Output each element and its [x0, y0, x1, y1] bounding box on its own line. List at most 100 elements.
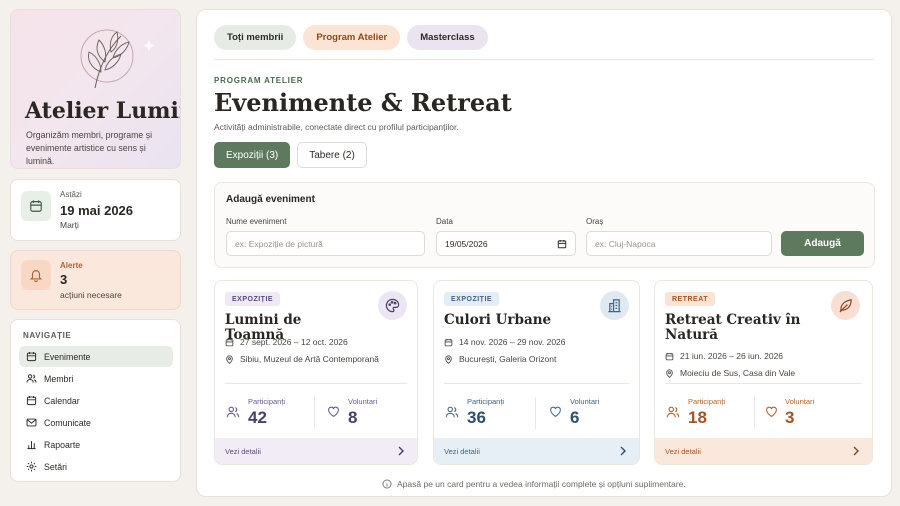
divider [444, 383, 629, 384]
footer-hint: Apasă pe un card pentru a vedea informaț… [382, 479, 686, 489]
participants-count: 42 [248, 408, 267, 427]
leaf-icon [831, 291, 860, 320]
event-badge: EXPOZIȚIE [225, 292, 281, 306]
sidebar-item-evenimente[interactable]: Evenimente [19, 346, 173, 367]
volunteers-count: 6 [570, 408, 580, 427]
sidebar-item-comunicate[interactable]: Comunicate [19, 412, 173, 433]
event-badge: RETREAT [665, 292, 716, 306]
today-weekday: Marți [60, 220, 79, 230]
divider [665, 383, 862, 384]
sidebar-item-setari[interactable]: Setări [19, 456, 173, 477]
city-label: Oraș [586, 217, 604, 226]
mail-icon [26, 418, 37, 427]
volunteers-label: Voluntari [570, 397, 600, 406]
city-input[interactable]: ex: Cluj-Napoca [586, 231, 772, 256]
gear-icon [26, 461, 37, 472]
info-icon [382, 479, 392, 489]
sidebar-item-label: Setări [44, 461, 67, 472]
alerts-count: 3 [60, 272, 68, 287]
building-icon [600, 291, 629, 320]
event-dates: 14 nov. 2026 – 29 nov. 2026 [444, 337, 566, 347]
event-location: Moieciu de Sus, Casa din Vale [665, 368, 795, 378]
sidebar-item-label: Evenimente [44, 351, 91, 362]
users-icon [26, 374, 37, 383]
sidebar-item-label: Comunicate [44, 417, 91, 428]
event-card[interactable]: EXPOZIȚIE Lumini de Toamnă 27 sept. 2026… [214, 280, 418, 465]
alerts-card[interactable]: Alerte 3 acțiuni necesare [10, 250, 181, 310]
heart-icon [328, 406, 339, 417]
event-dates: 21 iun. 2026 – 26 iun. 2026 [665, 351, 783, 361]
details-link[interactable]: Vezi detalii [655, 438, 872, 464]
divider [214, 59, 874, 60]
event-name-placeholder: ex: Expoziție de pictură [235, 238, 323, 249]
calendar-icon[interactable] [557, 239, 567, 249]
tab-masterclass[interactable]: Masterclass [407, 25, 488, 50]
divider [535, 397, 536, 429]
event-card[interactable]: RETREAT Retreat Creativ în Natură 21 iun… [654, 280, 873, 465]
details-link[interactable]: Vezi detalii [434, 438, 639, 464]
calendar-icon [444, 338, 453, 346]
date-label: Data [436, 217, 453, 226]
event-title: Retreat Creativ în Natură [665, 312, 801, 343]
users-icon [666, 406, 680, 418]
sidebar-item-membri[interactable]: Membri [19, 368, 173, 389]
bar-chart-icon [27, 441, 36, 450]
segment-expozitii[interactable]: Expoziții (3) [214, 142, 291, 168]
event-dates-text: 14 nov. 2026 – 29 nov. 2026 [459, 337, 566, 347]
chevron-right-icon [853, 446, 859, 456]
pin-icon [666, 368, 673, 378]
event-location-text: Sibiu, Muzeul de Artă Contemporană [240, 354, 379, 364]
tab-toti-membrii[interactable]: Toți membrii [214, 25, 297, 50]
palette-icon [378, 291, 407, 320]
event-badge: EXPOZIȚIE [444, 292, 500, 306]
event-name-input[interactable]: ex: Expoziție de pictură [226, 231, 425, 256]
calendar-icon [665, 352, 674, 360]
today-label: Astăzi [60, 190, 82, 199]
city-placeholder: ex: Cluj-Napoca [595, 238, 656, 249]
sidebar-item-label: Calendar [44, 395, 80, 406]
users-icon [226, 406, 240, 418]
add-event-button[interactable]: Adaugă [781, 231, 864, 256]
participants-count: 18 [688, 408, 707, 427]
tab-program-atelier[interactable]: Program Atelier [303, 25, 401, 50]
form-title: Adaugă eveniment [226, 194, 315, 205]
sidebar-item-calendar[interactable]: Calendar [19, 390, 173, 411]
brand-name: Atelier Luminis [25, 98, 180, 124]
details-label: Vezi detalii [444, 446, 480, 456]
event-dates: 27 sept. 2026 – 12 oct. 2026 [225, 337, 348, 347]
segment-control: Expoziții (3) Tabere (2) [214, 142, 367, 168]
tab-bar: Toți membrii Program Atelier Masterclass [214, 25, 488, 50]
sidebar-item-rapoarte[interactable]: Rapoarte [19, 434, 173, 455]
alerts-label: Alerte [60, 261, 83, 270]
brand-tagline: Organizăm membri, programe și evenimente… [26, 130, 153, 166]
calendar-icon [26, 396, 37, 406]
event-card[interactable]: EXPOZIȚIE Culori Urbane 14 nov. 2026 – 2… [433, 280, 640, 465]
volunteers-count: 8 [348, 408, 358, 427]
event-dates-text: 21 iun. 2026 – 26 iun. 2026 [680, 351, 784, 361]
main-panel: Toți membrii Program Atelier Masterclass… [196, 9, 892, 497]
users-icon [445, 406, 459, 418]
name-label: Nume eveniment [226, 217, 287, 226]
sidebar-nav: NAVIGAȚIE Evenimente Membri Calendar Com… [10, 319, 181, 482]
date-value: 19/05/2026 [445, 238, 488, 249]
segment-tabere[interactable]: Tabere (2) [297, 142, 367, 168]
chevron-right-icon [620, 446, 626, 456]
event-title: Culori Urbane [444, 312, 552, 328]
details-label: Vezi detalii [225, 446, 261, 456]
calendar-icon [26, 352, 37, 362]
divider [225, 383, 407, 384]
page-description: Activități administrabile, conectate dir… [214, 122, 459, 132]
date-input[interactable]: 19/05/2026 [436, 231, 576, 256]
brand-card: Atelier Luminis Organizăm membri, progra… [10, 9, 181, 169]
event-location-text: Moieciu de Sus, Casa din Vale [680, 368, 796, 378]
nav-header: NAVIGAȚIE [23, 331, 72, 340]
calendar-icon [21, 191, 51, 221]
add-event-form: Adaugă eveniment Nume eveniment ex: Expo… [214, 182, 875, 268]
sidebar-item-label: Membri [44, 373, 74, 384]
pin-icon [445, 354, 452, 364]
details-link[interactable]: Vezi detalii [215, 438, 417, 464]
event-location: București, Galeria Orizont [444, 354, 556, 364]
event-dates-text: 27 sept. 2026 – 12 oct. 2026 [240, 337, 348, 347]
today-date: 19 mai 2026 [60, 203, 134, 218]
event-location: Sibiu, Muzeul de Artă Contemporană [225, 354, 379, 364]
